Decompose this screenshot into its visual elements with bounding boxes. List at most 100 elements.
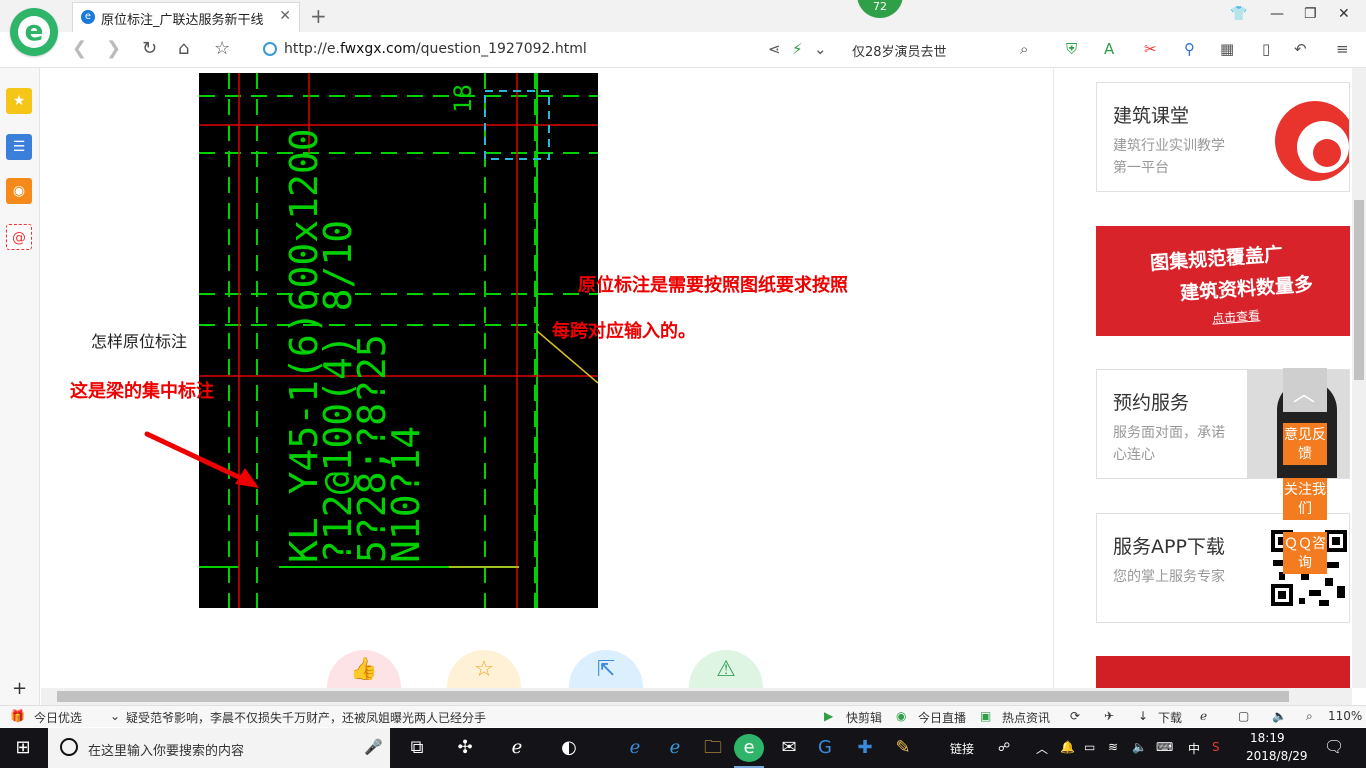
minimize-icon[interactable]: — [1270,6,1284,22]
card-building-course[interactable]: 建筑课堂 建筑行业实训教学第一平台 [1096,82,1350,192]
menu-icon[interactable]: ≡ [1336,40,1349,58]
task-view-icon[interactable]: ⧉ [402,734,432,762]
share-button[interactable]: ⇱ [569,650,643,688]
wifi-icon[interactable]: ≋ [1108,740,1118,754]
refresh-icon[interactable]: ↻ [142,38,157,59]
mail-icon[interactable]: ✉ [774,734,804,762]
search-suggestion[interactable]: 仅28岁演员去世 [852,41,947,60]
gift-icon[interactable]: 🎁 [10,709,25,723]
translate-icon[interactable]: A [1104,40,1114,58]
favorite-star-icon[interactable]: ☆ [214,38,230,59]
apps-grid-icon[interactable]: ▦ [1220,40,1234,58]
refresh-status-icon[interactable]: ⟳ [1070,709,1080,723]
url-field[interactable]: http://e.fwxgx.com/question_1927092.html [284,41,587,57]
microphone-icon[interactable]: 🎤 [364,738,383,756]
lightning-icon[interactable]: ⚡ [792,40,803,58]
e-logo-icon: e [18,16,50,48]
horizontal-scrollbar[interactable] [41,688,1352,705]
file-explorer-icon[interactable]: 🗀 [698,734,728,762]
collect-button[interactable]: ☆ [447,650,521,688]
internet-explorer-icon[interactable]: ℯ [660,734,690,762]
home-icon[interactable]: ⌂ [178,38,189,59]
quick-clip-link[interactable]: 快剪辑 [846,709,882,726]
volume-icon[interactable]: 🔈 [1272,709,1287,723]
url-path: /question_1927092.html [415,41,587,57]
zoom-level[interactable]: 110% [1328,709,1362,723]
notification-app-icon[interactable]: ◐ [554,734,584,762]
news-feed-icon[interactable]: ☰ [6,134,32,160]
notification-badge[interactable]: 72 [857,0,903,18]
status-bar: 🎁 今日优选 ⌄ 疑受范爷影响，李晨不仅损失千万财产，还被凤姐曝光两人已经分手 … [0,705,1366,727]
bottom-promo-banner[interactable] [1096,656,1350,688]
ie-mode-icon[interactable]: ℯ [1200,709,1207,723]
clock-time[interactable]: 18:19 [1250,731,1285,745]
weibo-icon[interactable]: ◉ [6,178,32,204]
sogou-ime-icon[interactable]: S [1212,740,1220,754]
vertical-scroll-thumb[interactable] [1354,200,1364,380]
url-prefix: http://e. [284,41,340,57]
follow-us-button[interactable]: 关注我们 [1283,478,1327,520]
notification-bell-icon[interactable]: 🔔 [1060,740,1075,754]
download-link[interactable]: 下载 [1158,709,1182,726]
keyboard-icon[interactable]: ⌨ [1156,740,1173,754]
window-icon[interactable]: ▢ [1238,709,1249,723]
card-title: 服务APP下载 [1113,536,1225,558]
share-box-icon: ⇱ [596,657,616,682]
notes-app-icon[interactable]: ✎ [888,734,918,762]
browser-tab[interactable]: e 原位标注_广联达服务新干线 ✕ [72,2,300,32]
search-icon[interactable]: ⌕ [1020,40,1028,58]
ime-indicator[interactable]: 中 [1188,740,1200,757]
today-pick-link[interactable]: 今日优选 [34,709,82,726]
magnifier-icon[interactable]: ⚲ [1184,40,1195,58]
pin-icon[interactable]: ✈ [1104,709,1114,723]
clock-date[interactable]: 2018/8/29 [1246,749,1308,763]
favorites-star-icon[interactable]: ★ [6,88,32,114]
live-icon: ◉ [896,709,907,723]
like-button[interactable]: 👍 [327,650,401,688]
tab-close-icon[interactable]: ✕ [279,8,291,24]
speaker-icon[interactable]: 🔈 [1132,740,1147,754]
thumbs-up-icon: 👍 [350,657,378,682]
action-center-icon[interactable]: 🗨 [1324,737,1344,756]
shield-icon[interactable]: ⛨ [1066,40,1077,58]
skin-icon[interactable]: 👕 [1230,6,1247,22]
windows-start-icon[interactable]: ⊞ [8,734,38,762]
promo-banner[interactable]: 图集规范覆盖广 建筑资料数量多 点击查看 [1096,226,1350,336]
report-button[interactable]: ⚠ [689,650,763,688]
edge-pinned-icon[interactable]: ℯ [620,734,650,762]
back-to-top-button[interactable]: ︿ [1283,368,1327,412]
browser-2345-icon[interactable]: e [734,734,764,768]
pinwheel-app-icon[interactable]: ✣ [450,734,480,762]
battery-icon[interactable]: ▭ [1084,740,1095,754]
new-tab-button[interactable]: + [310,4,327,28]
horizontal-scroll-thumb[interactable] [57,691,1289,702]
dropdown-chevron-icon[interactable]: ⌄ [814,40,827,58]
add-sidebar-icon[interactable]: + [12,678,27,699]
cross-app-icon[interactable]: ✚ [850,734,880,762]
people-icon[interactable]: ☍ [998,740,1010,754]
edge-browser-icon[interactable]: ℯ [502,734,532,762]
column-divider [1053,68,1054,688]
hot-news-link[interactable]: 热点资讯 [1002,709,1050,726]
vertical-scrollbar[interactable] [1352,68,1366,688]
taskbar-search[interactable]: 在这里输入你要搜索的内容 🎤 [48,728,390,768]
taskbar-link-label[interactable]: 链接 [950,740,974,757]
close-window-icon[interactable]: ✕ [1338,6,1350,22]
email-icon[interactable]: @ [6,224,32,250]
card-desc: 服务面对面，承诺心连心 [1113,425,1225,463]
share-icon[interactable]: ⋖ [768,40,781,58]
banner-cta[interactable]: 点击查看 [1211,306,1261,326]
glodon-g-icon[interactable]: G [810,734,840,762]
qq-consult-button[interactable]: ＱＱ咨询 [1283,532,1327,574]
browser-logo[interactable]: e [10,8,58,56]
forward-icon[interactable]: ❯ [106,38,121,59]
undo-icon[interactable]: ↶ [1294,40,1307,58]
live-link[interactable]: 今日直播 [918,709,966,726]
reader-icon[interactable]: ▯ [1262,40,1270,58]
tray-chevron-icon[interactable]: ︿ [1036,740,1048,757]
maximize-icon[interactable]: ❐ [1304,6,1317,22]
news-ticker[interactable]: 疑受范爷影响，李晨不仅损失千万财产，还被凤姐曝光两人已经分手 [126,709,486,726]
feedback-button[interactable]: 意见反馈 [1283,423,1327,465]
scissors-icon[interactable]: ✂ [1144,40,1157,58]
back-icon[interactable]: ❮ [72,38,87,59]
